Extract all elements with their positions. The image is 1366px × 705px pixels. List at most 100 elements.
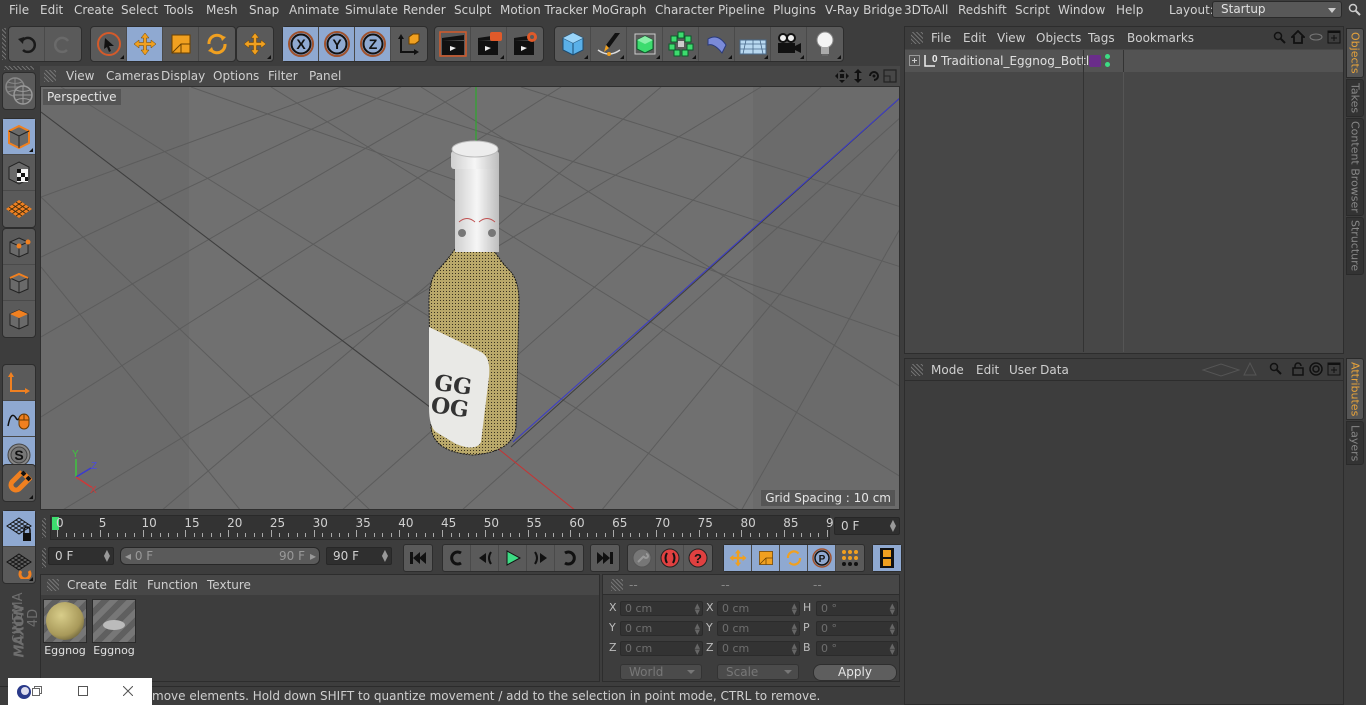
hierarchy-icon[interactable] [1309,32,1323,42]
position-x-field[interactable]: 0 cm ▲ ▼ [620,601,703,616]
workplane-align-button[interactable] [3,547,35,583]
position-key-button[interactable] [724,545,752,571]
menu-create[interactable]: Create [74,3,114,17]
material-menu-texture[interactable]: Texture [207,578,251,592]
search-icon[interactable] [1269,362,1283,376]
maximize-icon[interactable] [78,686,88,696]
render-to-picture-viewer-button[interactable] [471,27,507,61]
up-arrow-icon[interactable] [1243,362,1257,376]
tab-objects[interactable]: Objects [1346,28,1364,78]
next-key-button[interactable] [555,545,583,571]
floor-button[interactable] [735,27,771,61]
attribute-menu-mode[interactable]: Mode [931,363,964,377]
material-menu-edit[interactable]: Edit [114,578,137,592]
viewport-menu-view[interactable]: View [66,69,94,83]
menu-animate[interactable]: Animate [289,3,339,17]
menu-redshift[interactable]: Redshift [958,3,1007,17]
home-icon[interactable] [1291,30,1305,44]
scale-tool-button[interactable] [163,27,199,61]
previous-key-button[interactable] [443,545,471,571]
deformer-button[interactable] [699,27,735,61]
keyframe-selection-button[interactable]: ? [684,545,712,571]
texture-mode-button[interactable] [3,155,35,191]
material-menu-function[interactable]: Function [147,578,198,592]
search-icon[interactable] [1348,3,1362,17]
menu-vray-bridge[interactable]: V-Ray Bridge [825,3,902,17]
autokey-button[interactable] [656,545,684,571]
y-axis-lock-button[interactable]: Y [319,27,355,61]
cloner-button[interactable] [663,27,699,61]
editor-visibility-dot[interactable] [1105,54,1110,59]
back-forward-icon[interactable] [1201,363,1241,377]
size-z-field[interactable]: 0 cm ▲ ▼ [717,641,800,656]
transport-grip[interactable] [42,548,46,568]
material-item[interactable]: Eggnog [43,599,87,659]
rotation-h-field[interactable]: 0 ° ▲ ▼ [816,601,898,616]
z-axis-lock-button[interactable]: Z [355,27,391,61]
tab-takes[interactable]: Takes [1346,79,1364,117]
rotation-p-field[interactable]: 0 ° ▲ ▼ [816,621,898,636]
tab-attributes[interactable]: Attributes [1346,358,1364,420]
move-tool-button[interactable] [127,27,163,61]
position-y-field[interactable]: 0 cm ▲ ▼ [620,621,703,636]
timeline-ruler[interactable]: 051015202530354045505560657075808590 [50,515,841,540]
axis-mode-button[interactable] [3,365,35,401]
light-button[interactable] [807,27,843,61]
attribute-menu-user-data[interactable]: User Data [1009,363,1069,377]
tweak-mode-button[interactable] [3,401,35,437]
make-editable-button[interactable] [3,73,35,109]
coordinate-system-button[interactable] [391,27,427,61]
next-frame-button[interactable] [527,545,555,571]
redo-button[interactable] [45,27,81,61]
render-visibility-dot[interactable] [1105,62,1110,67]
layer-color-swatch[interactable] [1089,55,1101,67]
viewport-menu-display[interactable]: Display [161,69,205,83]
maximize-view-icon[interactable] [883,69,897,83]
material-grip[interactable] [47,579,59,591]
viewport-menu-panel[interactable]: Panel [309,69,341,83]
restore-icon[interactable] [32,686,42,696]
object-grip[interactable] [911,32,923,44]
close-icon[interactable] [123,686,133,696]
position-z-field[interactable]: 0 cm ▲ ▼ [620,641,703,656]
object-menu-objects[interactable]: Objects [1036,31,1081,45]
spin-arrows-icon[interactable]: ▲ ▼ [382,549,388,563]
play-button[interactable] [499,545,527,571]
layout-dropdown[interactable]: Startup [1212,1,1342,18]
column-divider[interactable] [1123,72,1124,352]
menu-mesh[interactable]: Mesh [206,3,238,17]
object-menu-file[interactable]: File [931,31,951,45]
menu-render[interactable]: Render [403,3,446,17]
attribute-menu-edit[interactable]: Edit [976,363,999,377]
leftbar-grip[interactable] [4,66,34,70]
viewport-menu-options[interactable]: Options [213,69,259,83]
viewport-menu-filter[interactable]: Filter [268,69,298,83]
workplane-mode-button[interactable] [3,191,35,227]
cinema4d-app-icon[interactable] [16,684,32,700]
menu-motion-tracker[interactable]: Motion Tracker [500,3,588,17]
target-icon[interactable] [1309,362,1323,376]
timeline-grip[interactable] [42,518,46,538]
object-menu-edit[interactable]: Edit [963,31,986,45]
open-timeline-button[interactable] [873,545,901,571]
menu-snap[interactable]: Snap [249,3,279,17]
size-x-field[interactable]: 0 cm ▲ ▼ [717,601,800,616]
model-mode-button[interactable] [3,119,35,155]
snap-button[interactable] [3,465,35,501]
live-selection-button[interactable] [91,27,127,61]
menu-pipeline[interactable]: Pipeline [718,3,765,17]
polygons-mode-button[interactable] [3,301,35,337]
edges-mode-button[interactable] [3,265,35,301]
menu-file[interactable]: File [9,3,29,17]
current-frame-field[interactable]: 0 F ▲ ▼ [834,517,900,535]
rotate-view-icon[interactable] [867,69,881,83]
search-icon[interactable] [1273,31,1287,45]
menu-3dtoall[interactable]: 3DToAll [904,3,948,17]
cube-button[interactable] [555,27,591,61]
scale-key-button[interactable] [752,545,780,571]
pen-button[interactable] [591,27,627,61]
lock-icon[interactable] [1291,362,1305,376]
goto-start-button[interactable] [404,545,432,571]
column-divider[interactable] [1083,72,1084,352]
attribute-grip[interactable] [911,364,923,376]
